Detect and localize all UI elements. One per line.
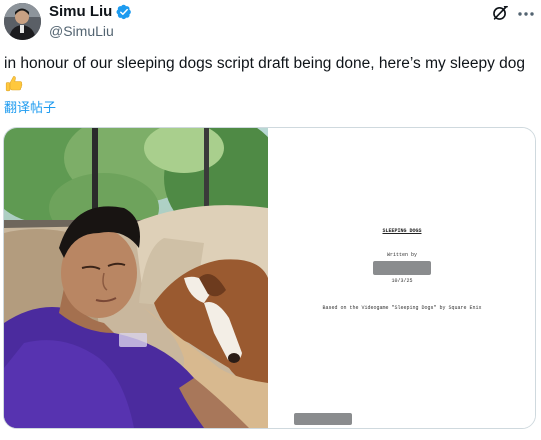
verified-badge-icon bbox=[116, 4, 132, 20]
redacted-author-block bbox=[373, 261, 431, 275]
thumbs-up-emoji-icon bbox=[5, 76, 23, 92]
media-grid: SLEEPING DOGS Written by 10/3/25 Based o… bbox=[3, 127, 536, 429]
redacted-footer-block bbox=[294, 413, 352, 425]
man-and-dog-photo[interactable] bbox=[4, 128, 268, 428]
author-name-row: Simu Liu bbox=[49, 3, 132, 21]
tweet-text: in honour of our sleeping dogs script dr… bbox=[4, 53, 534, 97]
more-options-icon[interactable] bbox=[517, 6, 535, 22]
author-handle[interactable]: @SimuLiu bbox=[49, 22, 114, 40]
author-avatar[interactable] bbox=[4, 3, 41, 40]
script-title: SLEEPING DOGS bbox=[382, 228, 422, 234]
script-based-on: Based on the Videogame "Sleeping Dogs" b… bbox=[322, 305, 482, 311]
script-title-page[interactable]: SLEEPING DOGS Written by 10/3/25 Based o… bbox=[269, 128, 535, 428]
avatar-image bbox=[4, 3, 41, 40]
translate-post-link[interactable]: 翻译帖子 bbox=[4, 100, 56, 116]
script-written-by: Written by bbox=[386, 252, 417, 258]
tweet-body: in honour of our sleeping dogs script dr… bbox=[4, 55, 526, 72]
author-name[interactable]: Simu Liu bbox=[49, 3, 112, 21]
script-date: 10/3/25 bbox=[391, 278, 413, 284]
grok-icon[interactable] bbox=[491, 4, 509, 22]
